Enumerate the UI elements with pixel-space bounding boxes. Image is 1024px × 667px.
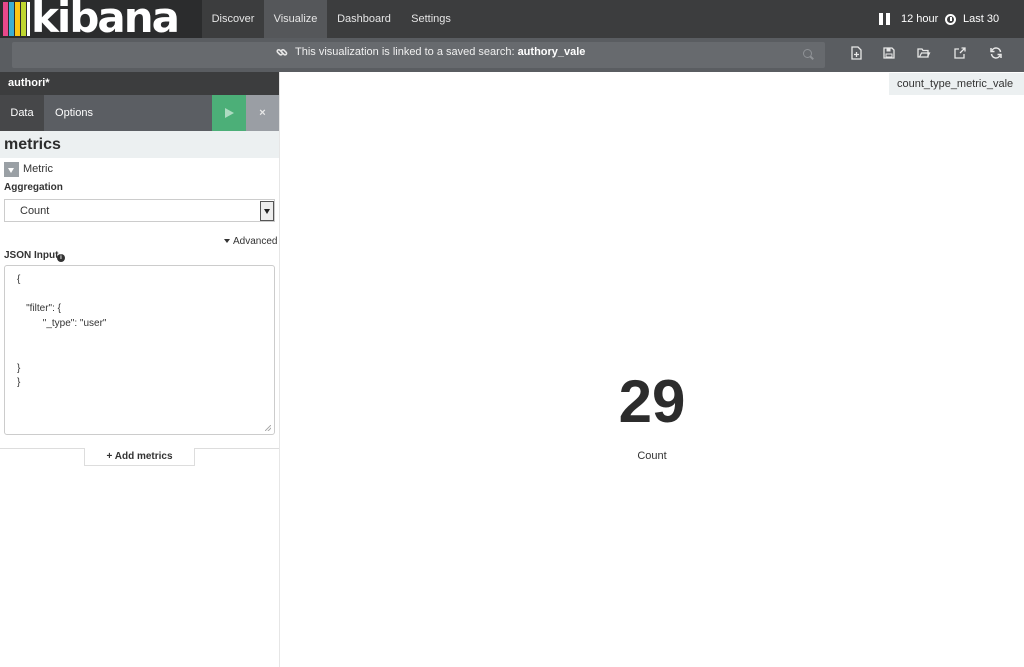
json-line: } [17, 363, 21, 374]
sidebar-tabs: Data Options × [0, 95, 279, 131]
search-icon[interactable] [803, 49, 812, 58]
refresh-interval[interactable]: 12 hour [901, 0, 938, 38]
sidebar-border [279, 72, 280, 667]
aggregation-select[interactable]: Count [4, 199, 275, 222]
nav-tab-dashboard[interactable]: Dashboard [327, 0, 401, 38]
json-line: } [17, 377, 21, 388]
chevron-down-icon[interactable] [260, 201, 274, 221]
metric-label: Metric [23, 163, 53, 175]
save-icon[interactable] [882, 46, 896, 60]
linked-search-notice: This visualization is linked to a saved … [295, 46, 585, 58]
logo-bar-blue [9, 2, 14, 36]
aggregation-label: Aggregation [4, 182, 63, 193]
tab-data[interactable]: Data [0, 95, 44, 131]
share-icon[interactable] [953, 46, 967, 60]
linked-search-prefix: This visualization is linked to a saved … [295, 46, 515, 58]
nav-tab-discover[interactable]: Discover [202, 0, 264, 38]
json-input-label: JSON Input [4, 250, 59, 261]
tab-options[interactable]: Options [44, 95, 104, 131]
link-icon [276, 46, 288, 61]
metric-caption: Count [637, 450, 667, 462]
nav-tab-visualize[interactable]: Visualize [264, 0, 327, 38]
metric-value: 29 [618, 368, 686, 435]
logo-wordmark: kibana [31, 0, 180, 38]
time-range[interactable]: Last 30 days [963, 0, 1024, 63]
discard-changes-button[interactable]: × [246, 95, 279, 131]
refresh-icon[interactable] [989, 46, 1003, 60]
resize-handle[interactable] [265, 425, 271, 431]
json-line: "_type": "user" [15, 318, 107, 329]
advanced-toggle[interactable]: Advanced [224, 236, 277, 247]
add-metrics-button[interactable]: + Add metrics [84, 448, 195, 466]
new-visualization-icon[interactable] [849, 46, 863, 60]
clock-icon[interactable] [945, 14, 956, 25]
logo-bar-yellow [15, 2, 20, 36]
plus-icon: + [106, 451, 113, 462]
nav-tab-settings[interactable]: Settings [401, 0, 461, 38]
pause-icon[interactable] [879, 13, 890, 25]
info-icon[interactable]: i [57, 254, 65, 262]
top-nav: kibana Discover Visualize Dashboard Sett… [0, 0, 1024, 63]
visualization-title: authori* [0, 72, 279, 95]
collapse-metric-button[interactable] [4, 162, 19, 177]
json-line: "filter": { [15, 303, 62, 314]
add-metrics-label: Add metrics [114, 451, 173, 462]
json-line: { [17, 274, 21, 285]
metrics-section-title: metrics [0, 131, 279, 158]
json-input-textarea[interactable]: { "filter": { "_type": "user" } } [4, 265, 275, 435]
logo-bar-pink [3, 2, 8, 36]
logo-bar-white [27, 2, 30, 36]
linked-search-name[interactable]: authory_vale [518, 46, 586, 58]
kibana-logo[interactable]: kibana [0, 0, 202, 38]
aggregation-selected-value: Count [20, 205, 50, 217]
open-icon[interactable] [917, 46, 931, 60]
logo-bar-green [21, 2, 26, 36]
visualization-name-tag: count_type_metric_vale [889, 73, 1024, 95]
apply-changes-button[interactable] [212, 95, 246, 131]
